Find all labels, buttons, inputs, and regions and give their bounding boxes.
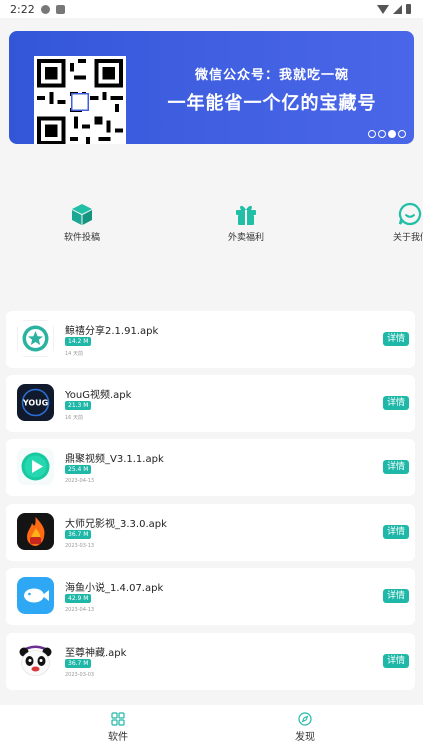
app-list-item[interactable]: 鲸禧分享2.1.91.apk 14.2 M 14 天前 详情	[6, 311, 415, 368]
play-app-icon	[17, 448, 54, 485]
app-list-item[interactable]: 海鱼小说_1.4.07.apk 42.9 M 2023-04-13 详情	[6, 568, 415, 625]
panda-app-icon	[17, 642, 54, 679]
star-circle-app-icon	[17, 320, 54, 357]
app-name: 海鱼小说_1.4.07.apk	[65, 583, 164, 594]
notification-icon	[55, 4, 65, 14]
banner-title: 微信公众号：我就吃一碗	[194, 68, 349, 83]
signal-icon	[393, 4, 402, 14]
bottom-nav: 软件 发现	[0, 705, 423, 753]
detail-button[interactable]: 详情	[383, 525, 409, 539]
detail-button[interactable]: 详情	[383, 332, 409, 346]
app-date: 2023-04-13	[65, 478, 95, 484]
quick-submit-software[interactable]: 软件投稿	[37, 202, 127, 243]
app-name: 大师兄影视_3.3.0.apk	[65, 519, 167, 530]
app-date: 2023-03-03	[65, 672, 95, 678]
grid-icon	[111, 711, 125, 726]
app-date: 14 天前	[65, 351, 83, 357]
quick-takeout-welfare[interactable]: 外卖福利	[201, 202, 291, 243]
app-name: 至尊神藏.apk	[65, 648, 127, 659]
app-list-item[interactable]: YOUG YouG视频.apk 21.3 M 16 天前 详情	[6, 375, 415, 432]
banner-dot[interactable]	[368, 130, 376, 138]
app-icon-text: YOUG	[22, 399, 48, 408]
cube-icon	[70, 202, 94, 226]
size-badge: 21.3 M	[65, 401, 92, 410]
gift-icon	[234, 202, 258, 226]
status-time: 2:22	[10, 2, 35, 16]
fish-app-icon	[17, 577, 54, 614]
status-bar: 2:22	[0, 0, 423, 18]
nav-label: 软件	[108, 732, 128, 743]
flame-app-icon	[17, 513, 54, 550]
quick-about-us[interactable]: 关于我们	[365, 202, 423, 243]
quick-label: 软件投稿	[63, 233, 100, 243]
size-badge: 36.7 M	[65, 530, 92, 539]
quick-label: 外卖福利	[227, 233, 264, 243]
alert-icon	[40, 4, 50, 14]
compass-icon	[298, 711, 312, 726]
banner-slogan: 一年能省一个亿的宝藏号	[167, 93, 377, 114]
banner-dot[interactable]	[398, 130, 406, 138]
app-date: 2023-04-13	[65, 607, 95, 613]
status-indicators	[377, 4, 411, 14]
chat-bubble-icon	[398, 202, 422, 226]
size-badge: 36.7 M	[65, 659, 92, 668]
app-list-item[interactable]: 鼎聚视频_V3.1.1.apk 25.4 M 2023-04-13 详情	[6, 439, 415, 496]
app-date: 2023-03-13	[65, 543, 95, 549]
quick-label: 关于我们	[393, 233, 423, 243]
size-badge: 42.9 M	[65, 594, 92, 603]
app-date: 16 天前	[65, 415, 83, 421]
detail-button[interactable]: 详情	[383, 589, 409, 603]
size-badge: 25.4 M	[65, 465, 92, 474]
youg-app-icon: YOUG	[17, 384, 54, 421]
size-badge: 14.2 M	[65, 337, 92, 346]
battery-icon	[406, 4, 411, 14]
nav-tab-software[interactable]: 软件	[88, 711, 148, 743]
app-list-item[interactable]: 至尊神藏.apk 36.7 M 2023-03-03 详情	[6, 633, 415, 690]
detail-button[interactable]: 详情	[383, 396, 409, 410]
app-list-item[interactable]: 大师兄影视_3.3.0.apk 36.7 M 2023-03-13 详情	[6, 504, 415, 561]
nav-label: 发现	[295, 732, 315, 743]
nav-tab-discover[interactable]: 发现	[275, 711, 335, 743]
banner-dot[interactable]	[378, 130, 386, 138]
wifi-icon	[377, 4, 389, 14]
app-name: YouG视频.apk	[65, 390, 132, 401]
qr-code-image	[34, 56, 126, 144]
detail-button[interactable]: 详情	[383, 460, 409, 474]
app-name: 鲸禧分享2.1.91.apk	[65, 326, 159, 337]
banner-pagination	[368, 130, 406, 138]
banner-dot-active[interactable]	[388, 130, 396, 138]
detail-button[interactable]: 详情	[383, 654, 409, 668]
promo-banner[interactable]: 微信公众号：我就吃一碗 一年能省一个亿的宝藏号	[9, 31, 414, 144]
app-name: 鼎聚视频_V3.1.1.apk	[65, 454, 164, 465]
